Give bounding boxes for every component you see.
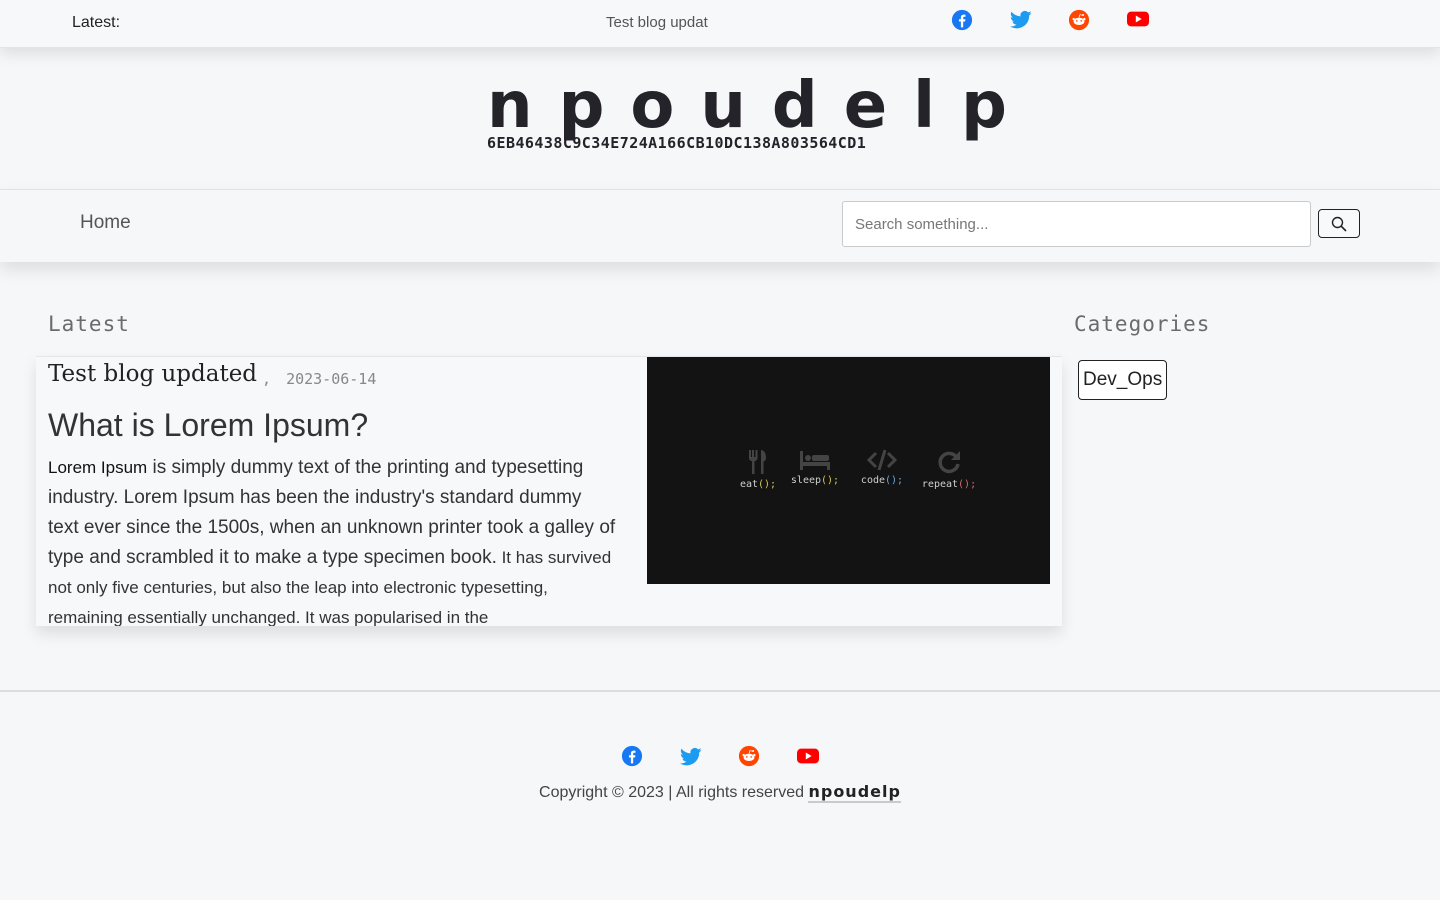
post-date: , 2023-06-14 xyxy=(262,370,376,388)
thumb-label-repeat: repeat(); xyxy=(921,479,977,490)
site-hash: 6EB46438C9C34E724A166CB10DC138A803564CD1 xyxy=(487,134,867,152)
thumb-item-eat: eat(); xyxy=(728,449,788,490)
latest-label: Latest: xyxy=(72,14,121,31)
footer-brand-link[interactable]: npoudelp xyxy=(808,782,901,803)
main-nav: Home xyxy=(0,189,1440,262)
footer-facebook-link[interactable] xyxy=(621,745,643,767)
code-icon xyxy=(867,449,897,471)
search-button[interactable] xyxy=(1318,209,1360,238)
latest-ticker[interactable]: Test blog updated xyxy=(606,14,708,31)
top-ticker-bar: Latest: Test blog updated xyxy=(0,0,1440,48)
reddit-link[interactable] xyxy=(1068,9,1090,31)
reddit-icon xyxy=(1068,9,1090,31)
post-body: Lorem Ipsum is simply dummy text of the … xyxy=(48,453,616,626)
latest-section-title: Latest xyxy=(48,312,130,336)
twitter-icon xyxy=(1010,10,1032,29)
post-title[interactable]: Test blog updated xyxy=(48,361,257,387)
post-date-separator: , xyxy=(262,370,272,388)
thumb-label-code: code(); xyxy=(860,475,904,486)
copyright-label: Copyright © 2023 | All rights reserved xyxy=(539,784,805,801)
reddit-icon xyxy=(738,745,760,767)
fork-knife-icon xyxy=(749,450,766,474)
site-logo[interactable]: npoudelp xyxy=(487,74,1007,138)
post-date-value: 2023-06-14 xyxy=(286,370,377,388)
thumb-label-sleep: sleep(); xyxy=(790,475,840,486)
bed-icon xyxy=(800,451,830,470)
search-input[interactable] xyxy=(842,201,1311,247)
post-thumbnail[interactable]: eat(); sleep(); code(); repeat(); xyxy=(647,357,1050,584)
site-header: npoudelp 6EB46438C9C34E724A166CB10DC138A… xyxy=(0,48,1440,189)
youtube-link[interactable] xyxy=(1127,10,1149,32)
post-card[interactable]: Test blog updated , 2023-06-14 What is L… xyxy=(36,356,1062,626)
site-footer: Copyright © 2023 | All rights reserved n… xyxy=(0,690,1440,900)
thumb-item-repeat: repeat(); xyxy=(919,449,979,490)
youtube-icon xyxy=(797,748,819,764)
redo-icon xyxy=(938,451,960,474)
youtube-icon xyxy=(1127,11,1149,27)
search-icon xyxy=(1331,216,1347,232)
thumb-label-eat: eat(); xyxy=(739,479,777,490)
footer-reddit-link[interactable] xyxy=(738,745,760,767)
thumb-item-sleep: sleep(); xyxy=(785,449,845,486)
nav-home-link[interactable]: Home xyxy=(80,212,131,234)
twitter-link[interactable] xyxy=(1010,10,1032,32)
footer-youtube-link[interactable] xyxy=(797,747,819,769)
facebook-icon xyxy=(951,9,973,31)
thumb-item-code: code(); xyxy=(852,449,912,486)
facebook-icon xyxy=(621,745,643,767)
categories-section-title: Categories xyxy=(1074,312,1211,336)
category-dev-ops[interactable]: Dev_Ops xyxy=(1078,360,1168,400)
post-body-strong: Lorem Ipsum xyxy=(48,458,148,477)
copyright-text: Copyright © 2023 | All rights reserved n… xyxy=(0,782,1440,803)
post-heading: What is Lorem Ipsum? xyxy=(48,407,369,443)
footer-twitter-link[interactable] xyxy=(680,747,702,769)
facebook-link[interactable] xyxy=(951,9,973,31)
twitter-icon xyxy=(680,747,702,766)
